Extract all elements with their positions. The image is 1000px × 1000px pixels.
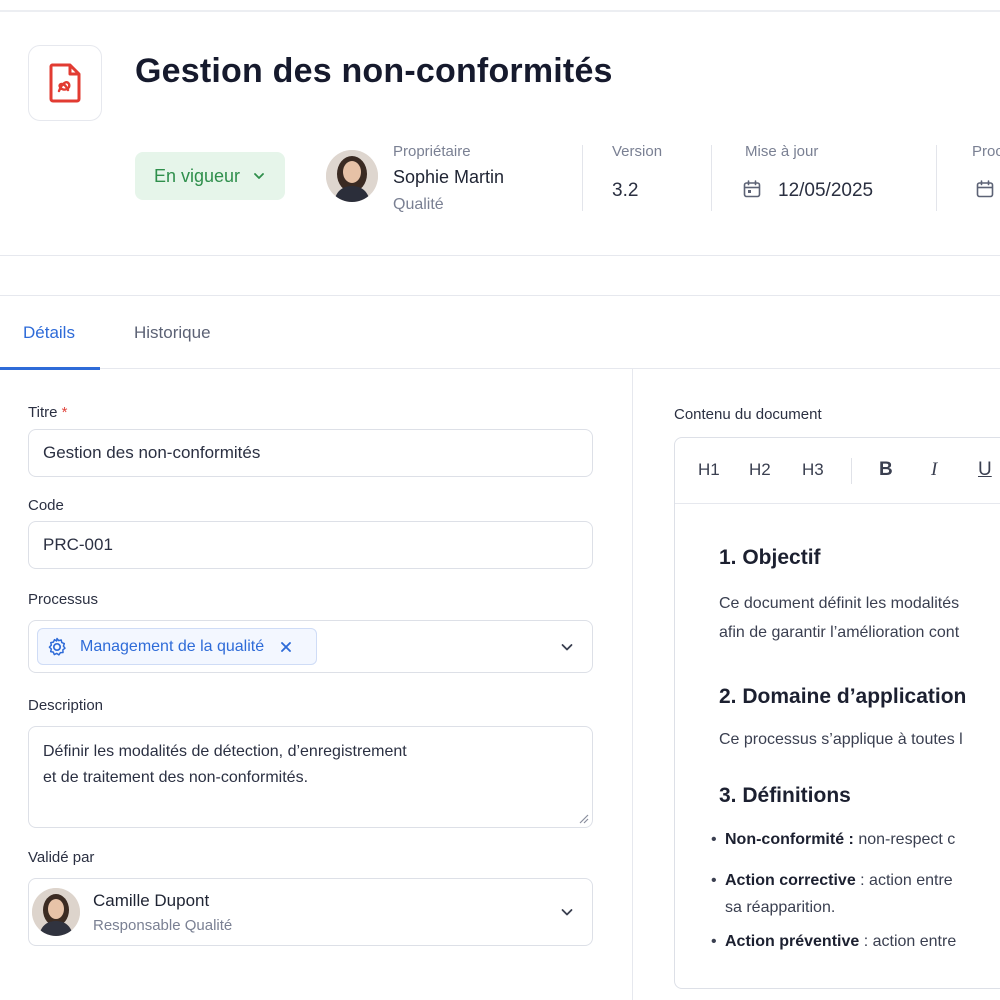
- chevron-down-icon: [561, 909, 573, 916]
- italic-button[interactable]: I: [931, 459, 937, 481]
- gear-icon: [48, 637, 66, 656]
- updated-value: 12/05/2025: [778, 180, 874, 201]
- meta-divider: [711, 145, 712, 211]
- pdf-file-icon: [49, 63, 81, 103]
- document-header: Gestion des non-conformités En vigueur P…: [0, 12, 1000, 256]
- meta-divider: [936, 145, 937, 211]
- active-tab-indicator: [0, 367, 100, 370]
- code-input-value: PRC-001: [43, 535, 113, 554]
- code-label: Code: [28, 497, 64, 514]
- code-input[interactable]: PRC-001: [28, 521, 593, 569]
- title-label-text: Titre: [28, 404, 58, 421]
- title-input[interactable]: Gestion des non-conformités: [28, 429, 593, 477]
- definition-continuation: sa réapparition.: [725, 899, 836, 916]
- description-textarea[interactable]: Définir les modalités de détection, d’en…: [28, 726, 593, 828]
- definition-item: Non-conformité : non-respect c: [711, 831, 955, 849]
- status-dropdown[interactable]: En vigueur: [135, 152, 285, 200]
- version-value: 3.2: [612, 180, 639, 201]
- tab-details[interactable]: Détails: [23, 323, 75, 343]
- process-chip-label: Management de la qualité: [80, 637, 265, 655]
- column-divider: [632, 369, 633, 1000]
- description-label: Description: [28, 697, 104, 714]
- validator-role: Responsable Qualité: [93, 917, 233, 934]
- process-chip: Management de la qualité: [37, 628, 317, 665]
- next-review-label: Proc: [972, 143, 1000, 160]
- rich-text-editor[interactable]: H1 H2 H3 B I U 1. Objectif Ce document d…: [674, 437, 1000, 989]
- chevron-down-icon: [254, 173, 264, 179]
- content-paragraph: Ce document définit les modalités: [719, 595, 960, 612]
- validator-select[interactable]: Camille Dupont Responsable Qualité: [28, 878, 593, 946]
- validated-by-label: Validé par: [28, 849, 95, 866]
- editor-toolbar: H1 H2 H3 B I U: [675, 438, 1000, 504]
- owner-avatar: [326, 150, 378, 202]
- required-marker: *: [61, 404, 68, 421]
- owner-department: Qualité: [393, 196, 444, 213]
- content-paragraph: Ce processus s’applique à toutes l: [719, 731, 963, 748]
- version-label: Version: [612, 143, 663, 160]
- bold-button[interactable]: B: [879, 459, 893, 481]
- validator-name: Camille Dupont: [93, 891, 210, 910]
- resize-handle-icon[interactable]: [579, 814, 589, 824]
- editor-label: Contenu du document: [674, 406, 822, 423]
- chevron-down-icon[interactable]: [560, 640, 574, 654]
- calendar-icon: [743, 180, 761, 198]
- document-icon-box: [28, 45, 102, 121]
- description-line: et de traitement des non-conformités.: [43, 769, 309, 786]
- toolbar-separator: [851, 458, 852, 484]
- heading2-button[interactable]: H2: [749, 460, 771, 480]
- updated-label: Mise à jour: [745, 143, 819, 160]
- content-paragraph: afin de garantir l’amélioration cont: [719, 624, 960, 641]
- owner-name: Sophie Martin: [393, 167, 505, 187]
- content-heading: 1. Objectif: [719, 546, 821, 569]
- remove-chip-icon[interactable]: [280, 641, 292, 653]
- owner-label: Propriétaire: [393, 143, 471, 160]
- content-heading: 3. Définitions: [719, 784, 851, 807]
- calendar-icon: [976, 180, 994, 198]
- underline-button[interactable]: U: [978, 459, 992, 481]
- tabs-bar: Détails Historique: [0, 295, 1000, 370]
- page-title: Gestion des non-conformités: [135, 52, 613, 90]
- validator-avatar: [32, 888, 80, 936]
- content-heading: 2. Domaine d’application: [719, 685, 967, 708]
- description-line: Définir les modalités de détection, d’en…: [43, 743, 407, 760]
- tab-history[interactable]: Historique: [134, 323, 211, 343]
- title-input-value: Gestion des non-conformités: [43, 443, 261, 462]
- definition-item: Action corrective : action entre: [711, 872, 953, 890]
- process-label: Processus: [28, 591, 99, 608]
- status-label: En vigueur: [153, 165, 241, 186]
- definition-item: Action préventive : action entre: [711, 933, 956, 951]
- heading1-button[interactable]: H1: [698, 460, 720, 480]
- meta-divider: [582, 145, 583, 211]
- heading3-button[interactable]: H3: [802, 460, 824, 480]
- title-label: Titre *: [28, 404, 67, 421]
